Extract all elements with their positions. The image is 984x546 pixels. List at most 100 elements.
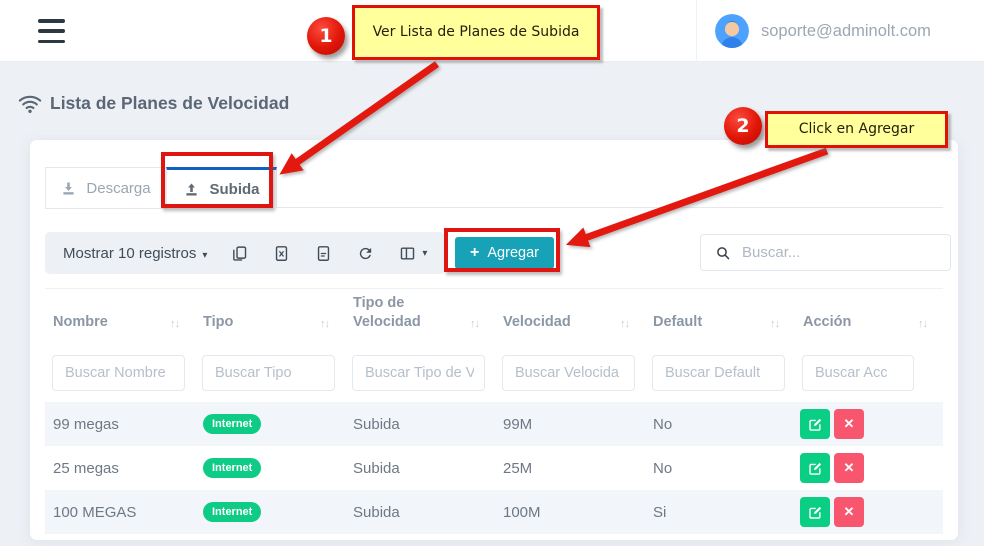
columns-icon <box>399 245 416 262</box>
step-1-callout: Ver Lista de Planes de Subida <box>352 5 600 60</box>
sort-icon: ↑↓ <box>770 317 779 333</box>
filter-tipo-velocidad-input[interactable] <box>352 355 485 391</box>
download-icon <box>60 180 77 197</box>
filter-velocidad-input[interactable] <box>502 355 635 391</box>
add-button[interactable]: + Agregar <box>455 237 554 269</box>
page-length-select[interactable]: Mostrar 10 registros▾ <box>63 245 207 262</box>
hamburger-icon <box>38 19 65 23</box>
column-header-accion[interactable]: Acción ↑↓ <box>795 289 943 344</box>
refresh-icon <box>357 245 374 262</box>
tab-descarga-label: Descarga <box>86 180 150 197</box>
hamburger-icon <box>38 40 65 44</box>
user-email: soporte@adminolt.com <box>761 22 931 41</box>
close-icon: ✕ <box>844 504 855 520</box>
search-box <box>700 234 951 271</box>
step-2-callout: Click en Agregar <box>765 111 948 148</box>
close-icon: ✕ <box>844 416 855 432</box>
cell-tipo-velocidad: Subida <box>345 460 495 477</box>
table-row: 99 megas Internet Subida 99M No ✕ <box>45 402 943 446</box>
cell-actions: ✕ <box>795 409 943 439</box>
edit-icon <box>808 461 823 476</box>
filter-nombre-input[interactable] <box>52 355 185 391</box>
column-visibility-button[interactable]: ▾ <box>399 245 427 262</box>
sort-icon: ↑↓ <box>170 317 179 333</box>
cell-velocidad: 100M <box>495 504 645 521</box>
caret-down-icon: ▾ <box>422 248 427 259</box>
tipo-badge: Internet <box>203 414 261 434</box>
hamburger-icon <box>38 29 65 33</box>
copy-button[interactable] <box>231 245 248 262</box>
export-file-button[interactable] <box>315 245 332 262</box>
export-excel-button[interactable] <box>273 245 290 262</box>
step-2-badge: 2 <box>724 107 762 145</box>
cell-tipo-velocidad: Subida <box>345 504 495 521</box>
plus-icon: + <box>470 245 479 261</box>
delete-button[interactable]: ✕ <box>834 453 864 483</box>
edit-button[interactable] <box>800 497 830 527</box>
app-window: soporte@adminolt.com Lista de Planes de … <box>0 0 984 546</box>
cell-nombre: 100 MEGAS <box>45 504 195 521</box>
cell-tipo: Internet <box>195 458 345 478</box>
page-title: Lista de Planes de Velocidad <box>18 91 289 115</box>
user-menu[interactable]: soporte@adminolt.com <box>696 0 984 62</box>
search-icon <box>715 245 731 261</box>
tab-descarga[interactable]: Descarga <box>45 167 166 209</box>
refresh-button[interactable] <box>357 245 374 262</box>
delete-button[interactable]: ✕ <box>834 409 864 439</box>
page-title-text: Lista de Planes de Velocidad <box>50 93 289 114</box>
cell-default: No <box>645 416 795 433</box>
file-text-icon <box>315 245 332 262</box>
search-input[interactable] <box>742 244 950 261</box>
tab-bar: Descarga Subida <box>45 167 943 208</box>
cell-velocidad: 99M <box>495 416 645 433</box>
cell-actions: ✕ <box>795 453 943 483</box>
menu-toggle-button[interactable] <box>38 19 65 43</box>
edit-button[interactable] <box>800 453 830 483</box>
edit-icon <box>808 505 823 520</box>
header-label: Acción <box>803 313 851 333</box>
column-header-tipo-velocidad[interactable]: Tipo de Velocidad↑↓ <box>345 289 495 344</box>
tab-subida[interactable]: Subida <box>166 167 277 209</box>
column-header-velocidad[interactable]: Velocidad ↑↓ <box>495 289 645 344</box>
table-row: 100 MEGAS Internet Subida 100M Si ✕ <box>45 490 943 534</box>
cell-tipo: Internet <box>195 414 345 434</box>
column-header-tipo[interactable]: Tipo ↑↓ <box>195 289 345 344</box>
table-filter-row <box>45 350 943 396</box>
step-1-badge: 1 <box>307 17 345 55</box>
sort-icon: ↑↓ <box>918 317 927 333</box>
column-header-default[interactable]: Default ↑↓ <box>645 289 795 344</box>
content-card: Descarga Subida Mostrar 10 registros▾ <box>30 140 958 540</box>
header-label: Tipo <box>203 313 233 333</box>
cell-default: No <box>645 460 795 477</box>
add-button-label: Agregar <box>487 245 539 261</box>
edit-icon <box>808 417 823 432</box>
cell-nombre: 99 megas <box>45 416 195 433</box>
page-length-label: Mostrar 10 registros <box>63 245 196 262</box>
edit-button[interactable] <box>800 409 830 439</box>
sort-icon: ↑↓ <box>470 317 479 333</box>
table-row: 25 megas Internet Subida 25M No ✕ <box>45 446 943 490</box>
avatar-icon <box>715 14 749 48</box>
wifi-icon <box>18 91 42 115</box>
tab-subida-label: Subida <box>209 181 259 198</box>
filter-default-input[interactable] <box>652 355 785 391</box>
upload-icon <box>183 181 200 198</box>
copy-icon <box>231 245 248 262</box>
delete-button[interactable]: ✕ <box>834 497 864 527</box>
header-label: Tipo de Velocidad <box>353 294 470 333</box>
header-label: Velocidad <box>503 313 571 333</box>
table-header-row: Nombre↑↓ Tipo↑↓ Tipo de Velocidad↑↓ Velo… <box>45 288 943 344</box>
filter-tipo-input[interactable] <box>202 355 335 391</box>
close-icon: ✕ <box>844 460 855 476</box>
sort-icon: ↑↓ <box>320 317 329 333</box>
header-label: Default <box>653 313 702 333</box>
cell-nombre: 25 megas <box>45 460 195 477</box>
sort-icon: ↑↓ <box>620 317 629 333</box>
filter-accion-input[interactable] <box>802 355 914 391</box>
column-header-nombre[interactable]: Nombre↑↓ <box>45 289 195 344</box>
cell-velocidad: 25M <box>495 460 645 477</box>
user-avatar <box>715 14 749 48</box>
tipo-badge: Internet <box>203 502 261 522</box>
cell-tipo-velocidad: Subida <box>345 416 495 433</box>
cell-actions: ✕ <box>795 497 943 527</box>
